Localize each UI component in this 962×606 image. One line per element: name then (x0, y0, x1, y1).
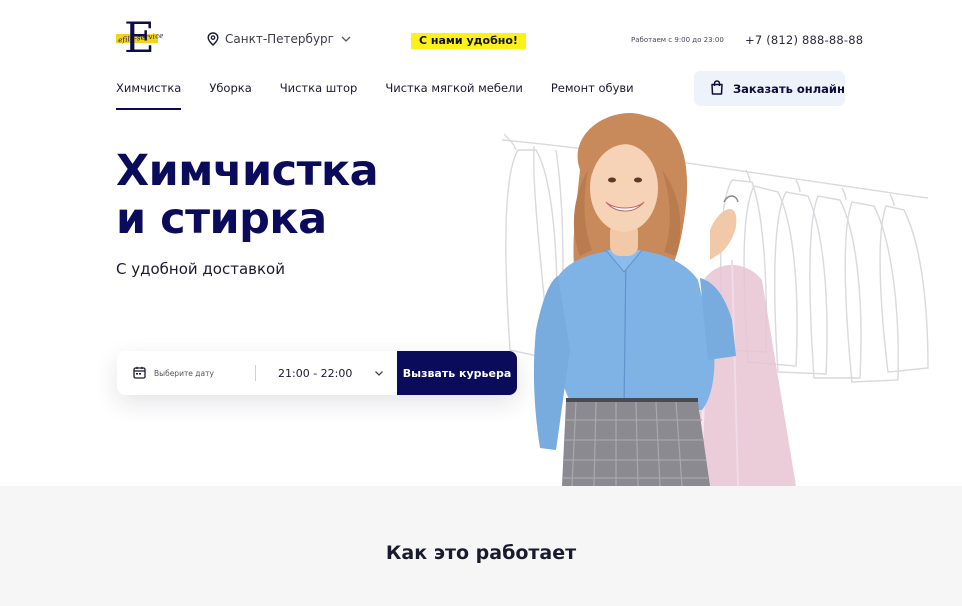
nav-item-furniture[interactable]: Чистка мягкой мебели (385, 81, 523, 110)
logo[interactable]: E efile-service (116, 16, 164, 62)
location-pin-icon (207, 32, 219, 46)
how-it-works-section: Как это работает (0, 486, 962, 606)
hero-title-line-2: и стирка (116, 194, 327, 244)
date-placeholder: Выберите дату (154, 368, 214, 378)
main-nav: Химчистка Уборка Чистка штор Чистка мягк… (116, 81, 634, 110)
shopping-bag-icon (710, 79, 724, 98)
hero-image (496, 110, 962, 487)
slogan-badge: С нами удобно! (411, 33, 526, 49)
date-picker[interactable]: Выберите дату (117, 366, 255, 381)
nav-item-dry-cleaning[interactable]: Химчистка (116, 81, 182, 110)
hero-title-line-1: Химчистка (116, 146, 379, 196)
nav-item-cleaning[interactable]: Уборка (209, 81, 251, 110)
city-selector[interactable]: Санкт-Петербург (207, 32, 352, 46)
working-hours: Работаем с 9:00 до 23:00 (631, 36, 724, 44)
phone-link[interactable]: +7 (812) 888-88-88 (745, 33, 863, 47)
order-online-label: Заказать онлайн (733, 81, 845, 96)
time-select[interactable]: 21:00 - 22:00 (256, 367, 398, 380)
page: E efile-service Санкт-Петербург С нами у… (0, 0, 962, 606)
city-label: Санкт-Петербург (225, 32, 334, 46)
hero-subtitle: С удобной доставкой (116, 260, 285, 278)
chevron-down-icon (374, 367, 384, 380)
nav-item-curtains[interactable]: Чистка штор (280, 81, 358, 110)
section-title: Как это работает (385, 542, 577, 564)
hero-title: Химчистка и стирка (116, 146, 379, 244)
calendar-icon (133, 366, 146, 381)
order-online-button[interactable]: Заказать онлайн (694, 71, 845, 106)
nav-item-shoe-repair[interactable]: Ремонт обуви (551, 81, 634, 110)
time-value: 21:00 - 22:00 (278, 366, 353, 380)
booking-form: Выберите дату 21:00 - 22:00 Вызвать курь… (117, 351, 517, 395)
chevron-down-icon (340, 35, 352, 43)
call-courier-button[interactable]: Вызвать курьера (397, 351, 517, 395)
